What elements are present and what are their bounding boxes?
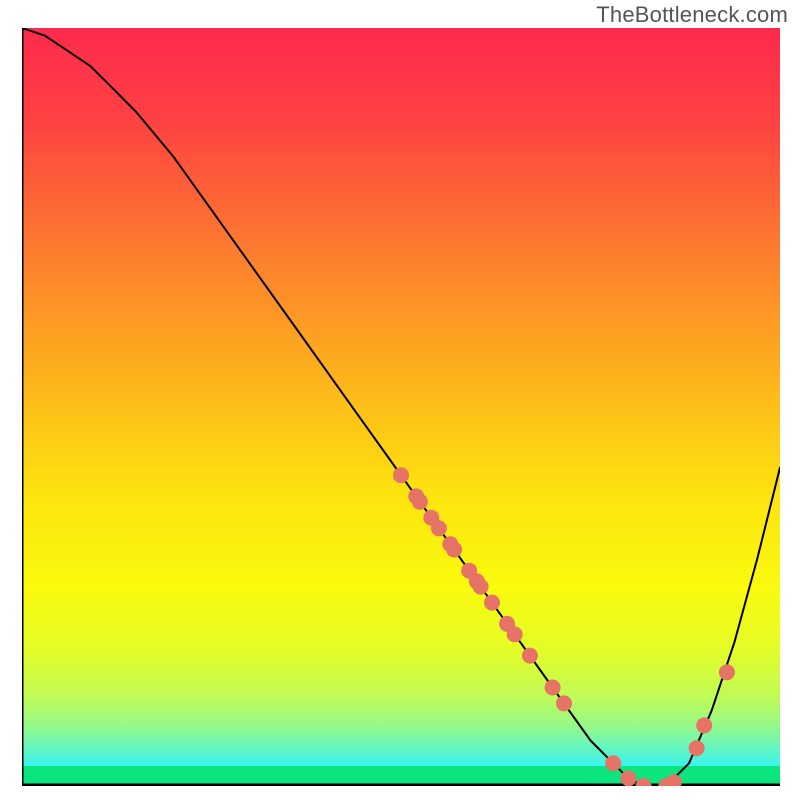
data-point — [412, 494, 428, 510]
data-point — [473, 579, 489, 595]
data-point — [446, 542, 462, 558]
data-point — [545, 680, 561, 696]
data-point — [431, 520, 447, 536]
data-point — [719, 664, 735, 680]
data-point — [696, 717, 712, 733]
chart-container: TheBottleneck.com — [0, 0, 800, 800]
data-point — [556, 695, 572, 711]
data-point — [507, 626, 523, 642]
data-point — [393, 467, 409, 483]
watermark-text: TheBottleneck.com — [596, 2, 788, 28]
data-point — [522, 648, 538, 664]
chart-svg — [22, 28, 780, 786]
data-point — [620, 770, 636, 786]
plot-background — [22, 28, 780, 786]
data-point — [689, 740, 705, 756]
data-point — [484, 595, 500, 611]
data-point — [605, 755, 621, 771]
